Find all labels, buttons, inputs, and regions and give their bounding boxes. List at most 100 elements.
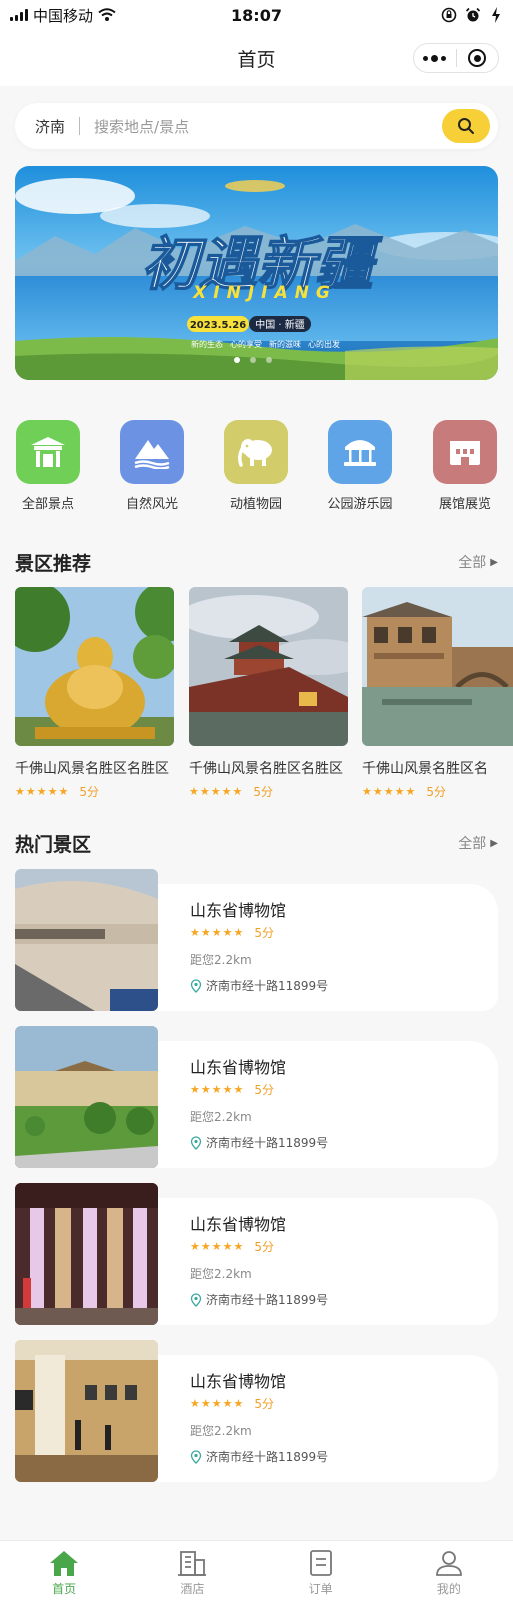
mini-program-capsule <box>413 43 499 73</box>
hot-attraction-item[interactable]: 山东省博物馆 ★★★★★ 5分 距您2.2km 济南市经十路11899号 <box>15 1183 498 1325</box>
recommend-card[interactable]: 千佛山风景名胜区名胜区 ★★★★★ 5分 <box>15 587 174 800</box>
address: 济南市经十路11899号 <box>190 977 328 994</box>
recommend-card[interactable]: 千佛山风景名胜区名胜区 ★★★★★ 5分 <box>189 587 348 800</box>
rotation-lock-icon <box>441 7 457 23</box>
pavilion-icon <box>16 420 80 484</box>
tab-profile[interactable]: 我的 <box>385 1541 513 1600</box>
hot-view-all-link[interactable]: 全部 ▶ <box>458 833 498 853</box>
star-rating-icon: ★★★★★ <box>190 1397 245 1410</box>
tab-label: 首页 <box>52 1582 77 1596</box>
category-label: 展馆展览 <box>438 497 491 512</box>
scenic-photo <box>362 587 513 746</box>
hot-attraction-item[interactable]: 山东省博物馆 ★★★★★ 5分 距您2.2km 济南市经十路11899号 <box>15 1340 498 1482</box>
score-label: 5分 <box>253 785 273 799</box>
more-dots-icon[interactable] <box>414 44 456 72</box>
banner-location-tag: 中国 · 新疆 <box>255 318 305 331</box>
search-input[interactable]: 搜索地点/景点 <box>94 116 442 137</box>
attraction-name: 山东省博物馆 <box>190 901 287 920</box>
chevron-right-icon: ▶ <box>490 556 498 568</box>
banner-indicator-1[interactable] <box>234 357 240 363</box>
category-park-amusement[interactable]: 公园游乐园 <box>312 420 408 512</box>
distance-label: 距您2.2km <box>190 953 252 967</box>
bottom-tab-bar: 首页 酒店 订单 我的 <box>0 1540 513 1600</box>
search-button[interactable] <box>442 109 490 143</box>
page-title: 首页 <box>237 48 276 71</box>
category-zoo-botanical[interactable]: 动植物园 <box>208 420 304 512</box>
star-rating-icon: ★★★★★ <box>362 785 417 798</box>
signal-icon <box>10 9 28 21</box>
recommend-name: 千佛山风景名胜区名胜区 <box>15 761 169 777</box>
recommend-view-all-link[interactable]: 全部 ▶ <box>458 552 498 572</box>
score-label: 5分 <box>254 926 274 940</box>
hotel-building-icon <box>178 1551 207 1576</box>
rating: ★★★★★ 5分 <box>362 783 513 800</box>
rating: ★★★★★ 5分 <box>190 1081 274 1098</box>
city-selector[interactable]: 济南 <box>35 116 65 137</box>
hot-attraction-item[interactable]: 山东省博物馆 ★★★★★ 5分 距您2.2km 济南市经十路11899号 <box>15 869 498 1011</box>
navigation-bar: 首页 <box>0 30 513 86</box>
view-all-label: 全部 <box>458 555 487 571</box>
banner-date: 2023.5.26 <box>190 320 246 331</box>
recommend-name: 千佛山风景名胜区名胜区 <box>189 761 343 777</box>
distance-label: 距您2.2km <box>190 1267 252 1281</box>
rating: ★★★★★ 5分 <box>190 1238 274 1255</box>
home-icon <box>50 1551 79 1576</box>
tab-hotel[interactable]: 酒店 <box>128 1541 256 1600</box>
attraction-photo <box>15 1026 158 1168</box>
rating: ★★★★★ 5分 <box>190 1395 274 1412</box>
search-icon <box>458 118 474 134</box>
score-label: 5分 <box>254 1240 274 1254</box>
attraction-name: 山东省博物馆 <box>190 1215 287 1234</box>
rating: ★★★★★ 5分 <box>190 924 274 941</box>
tab-label: 酒店 <box>180 1582 205 1596</box>
banner-indicator-2[interactable] <box>250 357 256 363</box>
category-grid: 全部景点 自然风光 动植物园 公园游乐园 展馆展览 <box>0 420 513 520</box>
recommend-card[interactable]: 千佛山风景名胜区名 ★★★★★ 5分 <box>362 587 513 800</box>
rating: ★★★★★ 5分 <box>15 783 174 800</box>
clock: 18:07 <box>231 5 282 25</box>
scenic-photo <box>15 587 174 746</box>
tab-home[interactable]: 首页 <box>0 1541 128 1600</box>
category-label: 全部景点 <box>21 497 74 512</box>
star-rating-icon: ★★★★★ <box>190 1083 245 1096</box>
attraction-photo <box>15 1183 158 1325</box>
category-natural-scenery[interactable]: 自然风光 <box>104 420 200 512</box>
carrier-label: 中国移动 <box>33 6 94 25</box>
address-label: 济南市经十路11899号 <box>206 1450 329 1464</box>
banner-slogan-4: 心的出发 <box>308 339 340 349</box>
hot-attraction-item[interactable]: 山东省博物馆 ★★★★★ 5分 距您2.2km 济南市经十路11899号 <box>15 1026 498 1168</box>
category-label: 公园游乐园 <box>327 497 393 512</box>
attraction-photo <box>15 1340 158 1482</box>
address-label: 济南市经十路11899号 <box>206 1136 329 1150</box>
location-pin-icon <box>190 1135 202 1150</box>
promo-banner[interactable]: 初遇新疆 XINJIANG 2023.5.26 中国 · 新疆 新的生态 心的享… <box>15 166 498 380</box>
banner-subtitle: XINJIANG <box>192 283 337 303</box>
banner-slogan-1: 新的生态 <box>191 339 223 349</box>
section-title: 热门景区 <box>15 833 92 856</box>
category-all-attractions[interactable]: 全部景点 <box>0 420 96 512</box>
elephant-icon <box>224 420 288 484</box>
score-label: 5分 <box>79 785 99 799</box>
category-exhibition-hall[interactable]: 展馆展览 <box>417 420 513 512</box>
close-target-icon[interactable] <box>457 44 499 72</box>
recommend-section-header: 景区推荐 全部 ▶ <box>15 548 498 576</box>
search-bar[interactable]: 济南 搜索地点/景点 <box>15 103 498 149</box>
location-pin-icon <box>190 978 202 993</box>
attraction-photo <box>15 869 158 1011</box>
star-rating-icon: ★★★★★ <box>190 926 245 939</box>
tab-label: 订单 <box>308 1582 333 1596</box>
attraction-name: 山东省博物馆 <box>190 1372 287 1391</box>
hot-section-header: 热门景区 全部 ▶ <box>15 829 498 857</box>
mountain-icon <box>120 420 184 484</box>
address-label: 济南市经十路11899号 <box>206 1293 329 1307</box>
category-label: 自然风光 <box>125 497 178 512</box>
banner-slogan-2: 心的享受 <box>230 339 262 349</box>
star-rating-icon: ★★★★★ <box>189 785 244 798</box>
distance-label: 距您2.2km <box>190 1110 252 1124</box>
category-label: 动植物园 <box>229 497 282 512</box>
carousel-icon <box>328 420 392 484</box>
user-profile-icon <box>435 1551 462 1576</box>
tab-orders[interactable]: 订单 <box>257 1541 385 1600</box>
banner-indicator-3[interactable] <box>266 357 272 363</box>
location-pin-icon <box>190 1292 202 1307</box>
